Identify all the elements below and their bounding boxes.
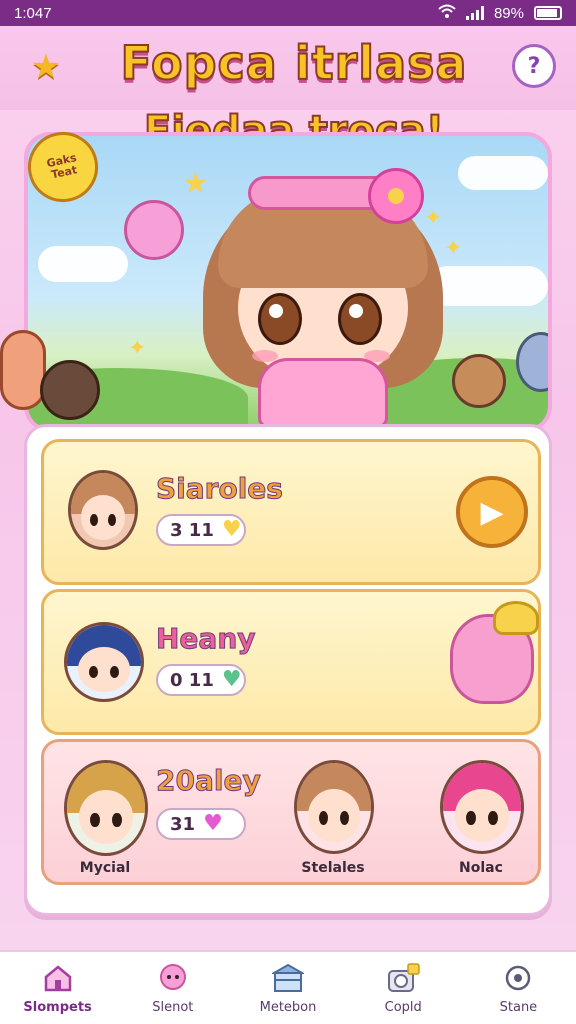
level-card[interactable]: Siaroles 3 11 ♥ ▶: [41, 439, 541, 585]
settings-icon: [500, 962, 536, 994]
level-panel: Siaroles 3 11 ♥ ▶ Heany 0 11 ♥ 20aley 31…: [24, 424, 552, 916]
character-label: Nolac: [459, 860, 503, 876]
side-character: [40, 360, 100, 420]
pink-creature: [124, 200, 184, 260]
character-label: Mycial: [79, 860, 131, 876]
card-title: 20aley: [156, 764, 262, 798]
play-icon[interactable]: ▶: [456, 476, 528, 548]
heroine-character: [198, 158, 448, 428]
bottom-nav: Slompets Slenot Metebon Copld Stane: [0, 950, 576, 1024]
shop-icon: [270, 962, 306, 994]
status-bar: 1:047 89%: [0, 0, 576, 26]
avatar: [64, 622, 144, 702]
nav-label: Stane: [499, 999, 538, 1015]
hero-scene: ✦ ✦ ★ ✦: [24, 132, 552, 432]
cloud: [38, 246, 128, 282]
nav-item-slenot[interactable]: Slenot: [115, 952, 230, 1024]
avatar: [64, 760, 148, 856]
status-icons: 89%: [438, 4, 562, 22]
battery-icon: [534, 6, 562, 20]
avatar: [68, 470, 138, 550]
nav-item-copld[interactable]: Copld: [346, 952, 461, 1024]
side-character: [0, 330, 46, 410]
heart-icon: ♥: [221, 667, 242, 692]
flower-icon: [368, 168, 424, 224]
star-icon[interactable]: ★: [18, 44, 74, 90]
heart-icon: ♥: [203, 811, 223, 836]
nav-label: Slompets: [23, 999, 92, 1015]
character-icon: [155, 962, 191, 994]
nav-item-slompets[interactable]: Slompets: [0, 952, 115, 1024]
avatar: [294, 760, 374, 854]
nav-label: Copld: [384, 999, 422, 1015]
card-title: Siaroles: [156, 472, 284, 506]
signal-icon: [465, 6, 484, 20]
game-title-line1: Fopca itrlasa: [119, 35, 468, 91]
level-card[interactable]: Heany 0 11 ♥: [41, 589, 541, 735]
heart-icon: ♥: [221, 517, 242, 542]
sparkle-icon: ✦: [128, 336, 147, 361]
score-pill: 31 ♥: [156, 808, 246, 840]
nav-label: Metebon: [259, 999, 317, 1015]
question-icon[interactable]: ?: [512, 44, 556, 88]
character-label: Stelales: [301, 860, 365, 876]
card-title: Heany: [156, 622, 257, 656]
nav-item-stane[interactable]: Stane: [461, 952, 576, 1024]
pink-mascot: [450, 601, 539, 704]
wifi-icon: [438, 4, 456, 22]
home-icon: [40, 962, 76, 994]
nav-item-metebon[interactable]: Metebon: [230, 952, 345, 1024]
nav-label: Slenot: [152, 999, 194, 1015]
score-pill: 3 11 ♥: [156, 514, 246, 546]
score-pill: 0 11 ♥: [156, 664, 246, 696]
camera-icon: [385, 962, 421, 994]
level-card[interactable]: 20aley 31 ♥ Mycial Stelales Nolac: [41, 739, 541, 885]
avatar: [440, 760, 524, 854]
battery-percent: 89%: [493, 4, 524, 22]
cloud: [458, 156, 548, 190]
side-character: [452, 354, 506, 408]
status-time: 1:047: [14, 4, 52, 22]
